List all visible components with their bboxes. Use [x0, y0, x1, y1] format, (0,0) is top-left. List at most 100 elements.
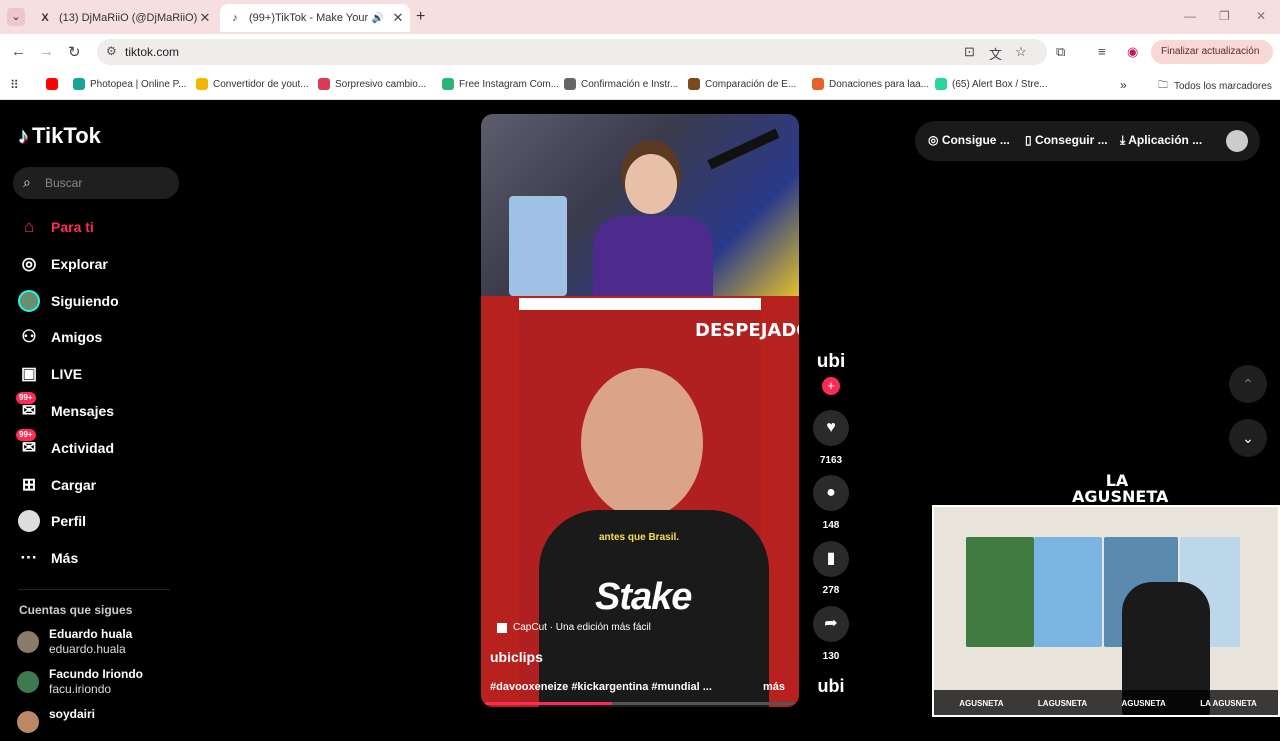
bookmark-favicon-icon	[318, 78, 330, 90]
extensions-icon[interactable]: ⧉	[1056, 44, 1065, 60]
restore-icon[interactable]: ❐	[1219, 9, 1230, 23]
url-text: tiktok.com	[125, 45, 180, 59]
bookmark-item[interactable]: Sorpresivo cambio...	[318, 78, 426, 90]
profile-icon[interactable]: ◉	[1127, 44, 1138, 60]
nav-item-actividad[interactable]: ✉ 99+ Actividad	[16, 428, 178, 463]
following-account[interactable]: Eduardo huala eduardo.huala	[17, 627, 187, 661]
tab-search-button[interactable]: ⌄	[7, 8, 25, 26]
reload-icon[interactable]: ↻	[68, 43, 81, 61]
bookmark-item[interactable]: Confirmación e Instr...	[564, 78, 678, 90]
nav-item-cargar[interactable]: ⊞ Cargar	[18, 470, 178, 500]
bookmark-item[interactable]: Convertidor de yout...	[196, 78, 309, 90]
install-icon[interactable]: ⊡	[964, 44, 975, 60]
bookmark-label: Photopea | Online P...	[90, 78, 187, 90]
bookmark-item[interactable]: Donaciones para laa...	[812, 78, 929, 90]
like-button[interactable]: ♥	[813, 410, 849, 446]
capcut-link[interactable]: CapCut · Una edición más fácil	[497, 622, 651, 633]
get-coins-label: Consigue ...	[941, 133, 1010, 147]
speaker-icon[interactable]: 🔊	[372, 13, 384, 24]
youtube-handle: LA AGUSNETA	[1200, 699, 1257, 708]
apps-icon[interactable]: ⠿	[10, 78, 19, 92]
instagram-handle: AGUSNETA	[959, 699, 1004, 708]
nav-item-explorar[interactable]: ◎ Explorar	[18, 249, 178, 279]
following-account[interactable]: Facundo Iriondo facu.iriondo	[17, 667, 187, 701]
video-progress-bar[interactable]	[485, 702, 795, 705]
chevron-up-icon: ⌃	[1242, 376, 1254, 392]
comment-icon: ●	[826, 484, 836, 501]
bookmark-label: Convertidor de yout...	[213, 78, 309, 90]
more-description-button[interactable]: más	[763, 681, 785, 693]
save-button[interactable]: ▮	[813, 541, 849, 577]
minimize-icon[interactable]: —	[1184, 9, 1196, 23]
bookmark-item[interactable]	[46, 78, 63, 90]
update-button[interactable]: Finalizar actualización ⋮	[1151, 40, 1273, 81]
nav-item-perfil[interactable]: Perfil	[18, 506, 178, 536]
following-account[interactable]: soydairi	[17, 707, 187, 741]
share-button[interactable]: ➦	[813, 606, 849, 642]
tiktok-note-icon: ♪	[18, 123, 29, 148]
all-bookmarks-button[interactable]: 🗀 Todos los marcadores	[1158, 78, 1272, 95]
search-icon: ⌕	[23, 174, 31, 190]
next-video-button[interactable]: ⌄	[1229, 419, 1267, 457]
creator-avatar[interactable]: ubi	[813, 351, 849, 377]
back-icon[interactable]: ←	[11, 43, 26, 60]
comment-button[interactable]: ●	[813, 475, 849, 511]
kick-handle: AGUSNETA	[1121, 699, 1166, 708]
account-name: soydairi	[49, 707, 96, 721]
nav-item-amigos[interactable]: ⚇ Amigos	[18, 322, 178, 352]
bookmark-icon: ▮	[826, 550, 836, 567]
get-app-label: Conseguir ...	[1034, 133, 1108, 147]
bookmark-label: Sorpresivo cambio...	[335, 78, 427, 90]
nav-item-live[interactable]: ▣ LIVE	[18, 359, 178, 389]
upload-icon: ⊞	[21, 474, 37, 494]
translate-icon[interactable]: 文	[989, 44, 1002, 63]
address-bar[interactable]: ⚙ tiktok.com ⊡ 文 ☆	[97, 39, 1047, 65]
account-name: Eduardo huala	[49, 627, 133, 641]
nav-item-mensajes[interactable]: ✉ 99+ Mensajes	[16, 392, 178, 426]
close-icon[interactable]: ✕	[197, 10, 213, 26]
bookmarks-bar: ⠿ Photopea | Online P... Convertidor de y…	[0, 70, 1280, 100]
more-icon: ···	[20, 548, 38, 568]
star-icon[interactable]: ☆	[1015, 44, 1027, 60]
bookmark-item[interactable]: Photopea | Online P...	[73, 78, 186, 90]
site-info-icon[interactable]: ⚙	[106, 44, 117, 58]
stream-logo: LA AGUSNETA	[1072, 471, 1169, 506]
bookmark-label: Free Instagram Com...	[459, 78, 560, 90]
get-coins-button[interactable]: ◎ Consigue ...	[928, 133, 1010, 147]
bookmark-label: Comparación de E...	[705, 78, 797, 90]
new-tab-button[interactable]: +	[416, 8, 425, 26]
close-icon[interactable]: ✕	[390, 10, 406, 26]
video-player[interactable]: DESPEJADOS antes que Brasil. Stake CapCu…	[481, 114, 799, 707]
profile-avatar[interactable]	[1226, 130, 1248, 152]
like-count: 7163	[819, 455, 843, 466]
home-icon: ⌂	[23, 217, 35, 236]
cam-poster-2	[1034, 537, 1102, 647]
nav-item-para-ti[interactable]: ⌂ Para ti	[18, 212, 178, 242]
video-author[interactable]: ubiclips	[490, 649, 543, 665]
nav-label: Cargar	[51, 476, 97, 493]
tab-tiktok[interactable]: ♪ (99+)TikTok - Make Your Day 🔊 ✕	[220, 4, 410, 32]
close-window-icon[interactable]: ✕	[1256, 9, 1266, 23]
nav-item-siguiendo[interactable]: Siguiendo	[18, 286, 178, 316]
tiktok-logo[interactable]: ♪ TikTok	[18, 123, 101, 149]
get-app-button[interactable]: ▯ Conseguir ...	[1025, 133, 1108, 147]
video-description[interactable]: #davooxeneize #kickargentina #mundial ..…	[490, 681, 712, 693]
forward-icon[interactable]: →	[39, 43, 54, 60]
follow-plus-button[interactable]: +	[822, 377, 840, 395]
media-controls-icon[interactable]: ≡	[1098, 44, 1106, 59]
music-disc[interactable]: ubi	[813, 676, 849, 700]
previous-video-button[interactable]: ⌃	[1229, 365, 1267, 403]
bookmark-item[interactable]: (65) Alert Box / Stre...	[935, 78, 1048, 90]
more-bookmarks-button[interactable]: »	[1120, 78, 1127, 92]
download-app-button[interactable]: ⤓ Aplicación ...	[1120, 133, 1202, 148]
nav-item-más[interactable]: ··· Más	[18, 543, 178, 573]
bookmark-item[interactable]: Comparación de E...	[688, 78, 796, 90]
bookmark-item[interactable]: Free Instagram Com...	[442, 78, 559, 90]
bookmark-favicon-icon	[73, 78, 85, 90]
search-input[interactable]: ⌕ Buscar	[13, 167, 179, 199]
bookmark-favicon-icon	[812, 78, 824, 90]
tab-x[interactable]: X (13) DjMaRiiO (@DjMaRiiO) / X ✕	[32, 4, 217, 32]
bookmark-favicon-icon	[935, 78, 947, 90]
update-label: Finalizar actualización	[1161, 46, 1260, 57]
messages-icon: ✉ 99+	[16, 392, 40, 422]
